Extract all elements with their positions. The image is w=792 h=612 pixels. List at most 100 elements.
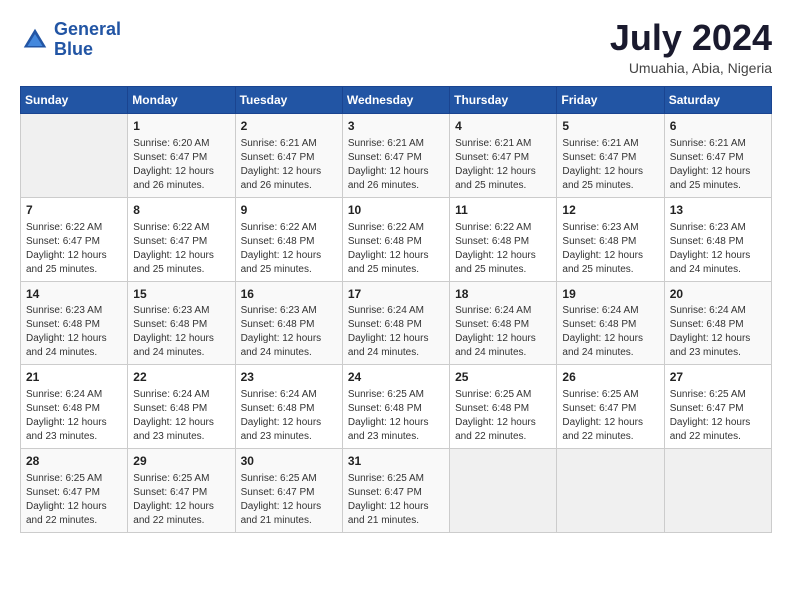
- page-header: General Blue July 2024 Umuahia, Abia, Ni…: [20, 20, 772, 76]
- day-info: Sunrise: 6:24 AM Sunset: 6:48 PM Dayligh…: [670, 304, 766, 360]
- day-info: Sunrise: 6:25 AM Sunset: 6:47 PM Dayligh…: [241, 472, 337, 528]
- calendar-cell: 12Sunrise: 6:23 AM Sunset: 6:48 PM Dayli…: [557, 197, 664, 281]
- day-info: Sunrise: 6:21 AM Sunset: 6:47 PM Dayligh…: [348, 137, 444, 193]
- header-day-wednesday: Wednesday: [342, 87, 449, 114]
- day-number: 14: [26, 286, 122, 303]
- calendar-cell: 16Sunrise: 6:23 AM Sunset: 6:48 PM Dayli…: [235, 281, 342, 365]
- day-info: Sunrise: 6:25 AM Sunset: 6:47 PM Dayligh…: [133, 472, 229, 528]
- day-number: 19: [562, 286, 658, 303]
- calendar-cell: 27 Sunrise: 6:25 AM Sunset: 6:47 PM Dayli…: [664, 365, 771, 449]
- day-info: Sunrise: 6:23 AM Sunset: 6:48 PM Dayligh…: [670, 221, 766, 277]
- day-number: 23: [241, 369, 337, 386]
- day-info: Sunrise: 6:21 AM Sunset: 6:47 PM Dayligh…: [241, 137, 337, 193]
- calendar-table: SundayMondayTuesdayWednesdayThursdayFrid…: [20, 86, 772, 533]
- day-info: Sunrise: 6:23 AM Sunset: 6:48 PM Dayligh…: [26, 304, 122, 360]
- day-info: Sunrise: 6:24 AM Sunset: 6:48 PM Dayligh…: [133, 388, 229, 444]
- calendar-cell: 17Sunrise: 6:24 AM Sunset: 6:48 PM Dayli…: [342, 281, 449, 365]
- calendar-week-5: 28 Sunrise: 6:25 AM Sunset: 6:47 PM Dayli…: [21, 449, 772, 533]
- calendar-cell: 14Sunrise: 6:23 AM Sunset: 6:48 PM Dayli…: [21, 281, 128, 365]
- header-day-sunday: Sunday: [21, 87, 128, 114]
- day-info: Sunrise: 6:24 AM Sunset: 6:48 PM Dayligh…: [562, 304, 658, 360]
- day-info: Sunrise: 6:24 AM Sunset: 6:48 PM Dayligh…: [26, 388, 122, 444]
- day-number: 20: [670, 286, 766, 303]
- day-number: 18: [455, 286, 551, 303]
- calendar-week-4: 21 Sunrise: 6:24 AM Sunset: 6:48 PM Dayli…: [21, 365, 772, 449]
- logo-icon: [20, 25, 50, 55]
- day-number: 11: [455, 202, 551, 219]
- logo: General Blue: [20, 20, 121, 60]
- day-info: Sunrise: 6:25 AM Sunset: 6:47 PM Dayligh…: [26, 472, 122, 528]
- day-info: Sunrise: 6:22 AM Sunset: 6:48 PM Dayligh…: [455, 221, 551, 277]
- calendar-cell: 18Sunrise: 6:24 AM Sunset: 6:48 PM Dayli…: [450, 281, 557, 365]
- day-number: 15: [133, 286, 229, 303]
- calendar-cell: 22 Sunrise: 6:24 AM Sunset: 6:48 PM Dayli…: [128, 365, 235, 449]
- calendar-cell: 2 Sunrise: 6:21 AM Sunset: 6:47 PM Daylig…: [235, 114, 342, 198]
- day-number: 21: [26, 369, 122, 386]
- location: Umuahia, Abia, Nigeria: [610, 60, 772, 76]
- day-info: Sunrise: 6:25 AM Sunset: 6:47 PM Dayligh…: [670, 388, 766, 444]
- day-info: Sunrise: 6:22 AM Sunset: 6:48 PM Dayligh…: [348, 221, 444, 277]
- day-number: 8: [133, 202, 229, 219]
- calendar-cell: 13 Sunrise: 6:23 AM Sunset: 6:48 PM Dayli…: [664, 197, 771, 281]
- calendar-cell: [664, 449, 771, 533]
- month-title: July 2024: [610, 20, 772, 56]
- calendar-cell: [557, 449, 664, 533]
- day-number: 9: [241, 202, 337, 219]
- calendar-cell: 4Sunrise: 6:21 AM Sunset: 6:47 PM Daylig…: [450, 114, 557, 198]
- day-info: Sunrise: 6:23 AM Sunset: 6:48 PM Dayligh…: [241, 304, 337, 360]
- day-number: 10: [348, 202, 444, 219]
- calendar-cell: 30 Sunrise: 6:25 AM Sunset: 6:47 PM Dayli…: [235, 449, 342, 533]
- day-info: Sunrise: 6:22 AM Sunset: 6:47 PM Dayligh…: [26, 221, 122, 277]
- calendar-cell: [21, 114, 128, 198]
- day-info: Sunrise: 6:24 AM Sunset: 6:48 PM Dayligh…: [455, 304, 551, 360]
- day-number: 12: [562, 202, 658, 219]
- day-info: Sunrise: 6:25 AM Sunset: 6:47 PM Dayligh…: [348, 472, 444, 528]
- day-info: Sunrise: 6:22 AM Sunset: 6:48 PM Dayligh…: [241, 221, 337, 277]
- calendar-week-1: 1Sunrise: 6:20 AM Sunset: 6:47 PM Daylig…: [21, 114, 772, 198]
- calendar-week-2: 7 Sunrise: 6:22 AM Sunset: 6:47 PM Daylig…: [21, 197, 772, 281]
- day-info: Sunrise: 6:24 AM Sunset: 6:48 PM Dayligh…: [348, 304, 444, 360]
- calendar-cell: 31Sunrise: 6:25 AM Sunset: 6:47 PM Dayli…: [342, 449, 449, 533]
- calendar-cell: 21 Sunrise: 6:24 AM Sunset: 6:48 PM Dayli…: [21, 365, 128, 449]
- calendar-cell: 20Sunrise: 6:24 AM Sunset: 6:48 PM Dayli…: [664, 281, 771, 365]
- day-info: Sunrise: 6:21 AM Sunset: 6:47 PM Dayligh…: [455, 137, 551, 193]
- logo-text: General Blue: [54, 20, 121, 60]
- calendar-header-row: SundayMondayTuesdayWednesdayThursdayFrid…: [21, 87, 772, 114]
- calendar-cell: 11 Sunrise: 6:22 AM Sunset: 6:48 PM Dayli…: [450, 197, 557, 281]
- day-number: 29: [133, 453, 229, 470]
- day-info: Sunrise: 6:24 AM Sunset: 6:48 PM Dayligh…: [241, 388, 337, 444]
- day-info: Sunrise: 6:21 AM Sunset: 6:47 PM Dayligh…: [562, 137, 658, 193]
- calendar-cell: 9 Sunrise: 6:22 AM Sunset: 6:48 PM Daylig…: [235, 197, 342, 281]
- day-number: 22: [133, 369, 229, 386]
- header-day-friday: Friday: [557, 87, 664, 114]
- day-number: 1: [133, 118, 229, 135]
- day-info: Sunrise: 6:25 AM Sunset: 6:48 PM Dayligh…: [348, 388, 444, 444]
- day-number: 16: [241, 286, 337, 303]
- day-number: 7: [26, 202, 122, 219]
- calendar-cell: 7 Sunrise: 6:22 AM Sunset: 6:47 PM Daylig…: [21, 197, 128, 281]
- day-number: 2: [241, 118, 337, 135]
- calendar-cell: 26Sunrise: 6:25 AM Sunset: 6:47 PM Dayli…: [557, 365, 664, 449]
- calendar-cell: 29 Sunrise: 6:25 AM Sunset: 6:47 PM Dayli…: [128, 449, 235, 533]
- day-number: 30: [241, 453, 337, 470]
- calendar-cell: 19Sunrise: 6:24 AM Sunset: 6:48 PM Dayli…: [557, 281, 664, 365]
- day-number: 25: [455, 369, 551, 386]
- calendar-week-3: 14Sunrise: 6:23 AM Sunset: 6:48 PM Dayli…: [21, 281, 772, 365]
- day-info: Sunrise: 6:25 AM Sunset: 6:48 PM Dayligh…: [455, 388, 551, 444]
- calendar-cell: 6Sunrise: 6:21 AM Sunset: 6:47 PM Daylig…: [664, 114, 771, 198]
- day-number: 27: [670, 369, 766, 386]
- day-number: 5: [562, 118, 658, 135]
- calendar-cell: 25 Sunrise: 6:25 AM Sunset: 6:48 PM Dayli…: [450, 365, 557, 449]
- day-number: 6: [670, 118, 766, 135]
- day-number: 28: [26, 453, 122, 470]
- day-number: 26: [562, 369, 658, 386]
- day-number: 13: [670, 202, 766, 219]
- calendar-cell: 24Sunrise: 6:25 AM Sunset: 6:48 PM Dayli…: [342, 365, 449, 449]
- header-day-saturday: Saturday: [664, 87, 771, 114]
- day-number: 3: [348, 118, 444, 135]
- calendar-cell: 23 Sunrise: 6:24 AM Sunset: 6:48 PM Dayli…: [235, 365, 342, 449]
- title-block: July 2024 Umuahia, Abia, Nigeria: [610, 20, 772, 76]
- day-info: Sunrise: 6:22 AM Sunset: 6:47 PM Dayligh…: [133, 221, 229, 277]
- day-number: 17: [348, 286, 444, 303]
- header-day-monday: Monday: [128, 87, 235, 114]
